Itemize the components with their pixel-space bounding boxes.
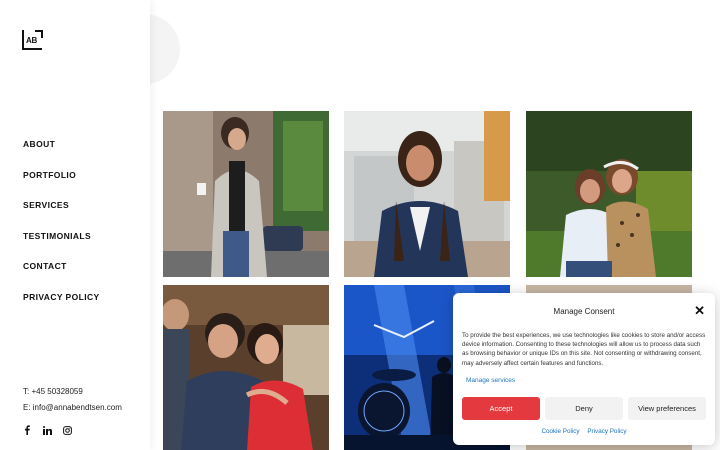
consent-title: Manage Consent [553,307,615,316]
linkedin-icon[interactable] [42,425,52,435]
gallery-photo-1[interactable] [163,111,329,277]
contact-email[interactable]: E: info@annabendtsen.com [23,402,122,418]
nav-item-privacy-policy[interactable]: PRIVACY POLICY [23,292,100,323]
accept-button[interactable]: Accept [462,397,540,420]
nav-item-services[interactable]: SERVICES [23,200,100,231]
instagram-icon[interactable] [62,425,72,435]
cookie-consent-dialog: Manage Consent ✕ To provide the best exp… [453,293,715,445]
gallery-photo-3[interactable] [526,111,692,277]
nav-item-contact[interactable]: CONTACT [23,261,100,292]
view-preferences-button[interactable]: View preferences [628,397,706,420]
gallery-photo-4[interactable] [163,285,329,450]
manage-services-link[interactable]: Manage services [466,377,515,384]
close-icon[interactable]: ✕ [694,304,705,317]
facebook-icon[interactable] [22,425,32,435]
main-nav: ABOUT PORTFOLIO SERVICES TESTIMONIALS CO… [23,139,100,323]
nav-item-testimonials[interactable]: TESTIMONIALS [23,231,100,262]
nav-item-about[interactable]: ABOUT [23,139,100,170]
gallery-photo-2[interactable] [344,111,510,277]
sidebar: AB ABOUT PORTFOLIO SERVICES TESTIMONIALS… [0,0,150,450]
cookie-policy-link[interactable]: Cookie Policy [541,428,579,435]
contact-phone[interactable]: T: +45 50328059 [23,386,122,402]
contact-info: T: +45 50328059 E: info@annabendtsen.com [23,386,122,418]
consent-body: To provide the best experiences, we use … [462,332,706,367]
nav-item-portfolio[interactable]: PORTFOLIO [23,170,100,201]
site-logo[interactable]: AB [22,30,43,50]
social-links [22,425,72,435]
consent-footer-links: Cookie Policy Privacy Policy [453,428,715,435]
deny-button[interactable]: Deny [545,397,623,420]
privacy-policy-link[interactable]: Privacy Policy [587,428,626,435]
logo-text: AB [26,36,37,45]
